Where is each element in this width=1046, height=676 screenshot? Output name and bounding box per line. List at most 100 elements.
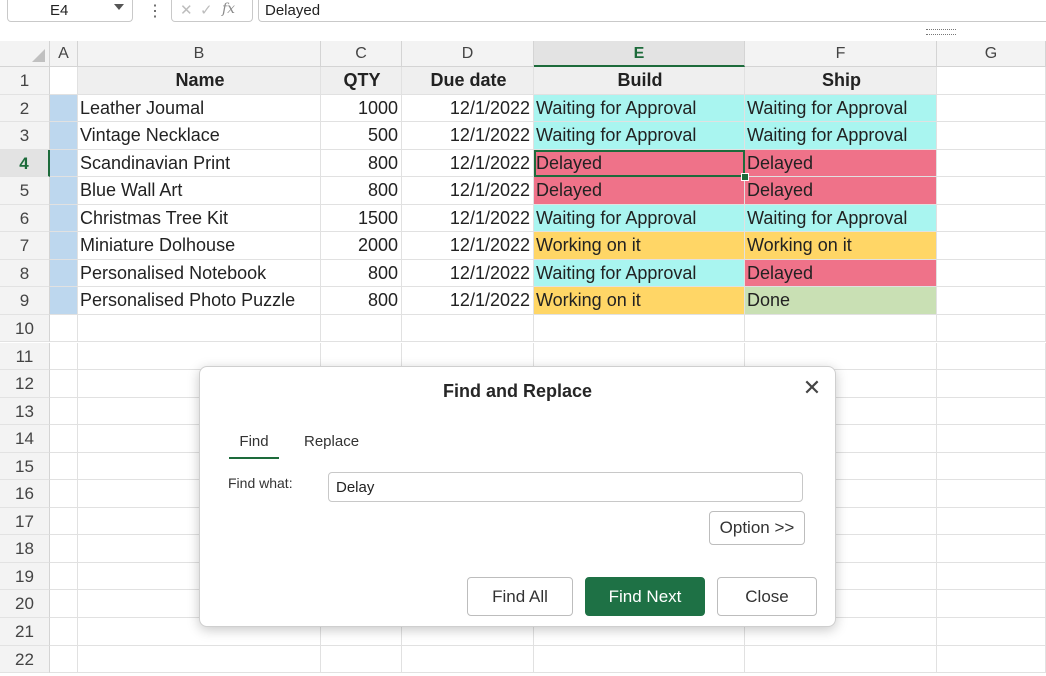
- cell-g2[interactable]: [937, 94, 1046, 123]
- cell-d2[interactable]: 12/1/2022: [402, 94, 534, 123]
- cell-c2[interactable]: 1000: [321, 94, 402, 123]
- cell-g5[interactable]: [937, 177, 1046, 205]
- cell-g9[interactable]: [937, 287, 1046, 315]
- cell-b3[interactable]: Vintage Necklace: [78, 122, 321, 150]
- column-header-c[interactable]: C: [321, 41, 402, 67]
- row-header-15[interactable]: 15: [0, 452, 50, 481]
- row-header-14[interactable]: 14: [0, 425, 50, 453]
- row-header-13[interactable]: 13: [0, 397, 50, 426]
- cell-g6[interactable]: [937, 204, 1046, 233]
- cell-g7[interactable]: [937, 232, 1046, 260]
- row-header-12[interactable]: 12: [0, 370, 50, 398]
- cell-b9[interactable]: Personalised Photo Puzzle: [78, 287, 321, 315]
- cell-c6[interactable]: 1500: [321, 204, 402, 233]
- cell-f22[interactable]: [745, 645, 937, 674]
- cell-c22[interactable]: [321, 645, 402, 674]
- cell-a14[interactable]: [50, 425, 78, 453]
- find-all-button[interactable]: Find All: [467, 577, 573, 616]
- column-header-a[interactable]: A: [50, 41, 78, 67]
- cell-b6[interactable]: Christmas Tree Kit: [78, 204, 321, 233]
- formula-input[interactable]: Delayed: [258, 0, 1046, 22]
- cell-c5[interactable]: 800: [321, 177, 402, 205]
- cell-e22[interactable]: [534, 645, 745, 674]
- column-header-e[interactable]: E: [534, 41, 745, 67]
- row-header-18[interactable]: 18: [0, 535, 50, 563]
- cell-d9[interactable]: 12/1/2022: [402, 287, 534, 315]
- insert-function-icon[interactable]: fx: [222, 1, 235, 17]
- cell-b22[interactable]: [78, 645, 321, 674]
- cell-f2[interactable]: Waiting for Approval: [745, 94, 937, 123]
- cell-a13[interactable]: [50, 397, 78, 426]
- cell-a1[interactable]: [50, 67, 78, 95]
- cancel-icon[interactable]: ✕: [180, 1, 193, 19]
- cell-g10[interactable]: [937, 314, 1046, 343]
- column-header-f[interactable]: F: [745, 41, 937, 67]
- cell-a17[interactable]: [50, 507, 78, 536]
- cell-c9[interactable]: 800: [321, 287, 402, 315]
- cell-a10[interactable]: [50, 314, 78, 343]
- cell-d22[interactable]: [402, 645, 534, 674]
- cell-f10[interactable]: [745, 314, 937, 343]
- cell-b2[interactable]: Leather Joumal: [78, 94, 321, 123]
- cell-g14[interactable]: [937, 425, 1046, 453]
- more-options-icon[interactable]: ⋮: [147, 2, 163, 22]
- cell-a4[interactable]: [50, 149, 78, 178]
- formula-bar-resize-grip[interactable]: [926, 29, 956, 35]
- cell-d8[interactable]: 12/1/2022: [402, 259, 534, 288]
- column-header-d[interactable]: D: [402, 41, 534, 67]
- cell-b10[interactable]: [78, 314, 321, 343]
- cell-f7[interactable]: Working on it: [745, 232, 937, 260]
- row-header-10[interactable]: 10: [0, 314, 50, 343]
- cell-d4[interactable]: 12/1/2022: [402, 149, 534, 178]
- enter-icon[interactable]: ✓: [200, 1, 213, 19]
- cell-f4[interactable]: Delayed: [745, 149, 937, 178]
- cell-e6[interactable]: Waiting for Approval: [534, 204, 745, 233]
- cell-g18[interactable]: [937, 535, 1046, 563]
- row-header-17[interactable]: 17: [0, 507, 50, 536]
- options-button[interactable]: Option >>: [709, 511, 805, 545]
- row-header-11[interactable]: 11: [0, 342, 50, 371]
- cell-f8[interactable]: Delayed: [745, 259, 937, 288]
- cell-g12[interactable]: [937, 370, 1046, 398]
- cell-g22[interactable]: [937, 645, 1046, 674]
- cell-g8[interactable]: [937, 259, 1046, 288]
- cell-d5[interactable]: 12/1/2022: [402, 177, 534, 205]
- row-header-9[interactable]: 9: [0, 287, 50, 315]
- close-button[interactable]: Close: [717, 577, 817, 616]
- cell-b7[interactable]: Miniature Dolhouse: [78, 232, 321, 260]
- cell-a20[interactable]: [50, 590, 78, 618]
- cell-d3[interactable]: 12/1/2022: [402, 122, 534, 150]
- cell-d10[interactable]: [402, 314, 534, 343]
- cell-c7[interactable]: 2000: [321, 232, 402, 260]
- cell-a21[interactable]: [50, 618, 78, 646]
- cell-g21[interactable]: [937, 618, 1046, 646]
- cell-e4[interactable]: Delayed: [534, 149, 745, 178]
- cell-f5[interactable]: Delayed: [745, 177, 937, 205]
- row-header-7[interactable]: 7: [0, 232, 50, 260]
- cell-c3[interactable]: 500: [321, 122, 402, 150]
- cell-f1[interactable]: Ship: [745, 67, 937, 95]
- row-header-20[interactable]: 20: [0, 590, 50, 618]
- cell-a6[interactable]: [50, 204, 78, 233]
- cell-c10[interactable]: [321, 314, 402, 343]
- cell-a12[interactable]: [50, 370, 78, 398]
- cell-f6[interactable]: Waiting for Approval: [745, 204, 937, 233]
- cell-e3[interactable]: Waiting for Approval: [534, 122, 745, 150]
- row-header-4[interactable]: 4: [0, 149, 50, 178]
- cell-a15[interactable]: [50, 452, 78, 481]
- row-header-2[interactable]: 2: [0, 94, 50, 123]
- cell-a2[interactable]: [50, 94, 78, 123]
- cell-g3[interactable]: [937, 122, 1046, 150]
- cell-e2[interactable]: Waiting for Approval: [534, 94, 745, 123]
- close-icon[interactable]: ✕: [801, 377, 823, 399]
- tab-replace[interactable]: Replace: [304, 433, 359, 450]
- cell-g15[interactable]: [937, 452, 1046, 481]
- column-header-g[interactable]: G: [937, 41, 1046, 67]
- cell-a5[interactable]: [50, 177, 78, 205]
- tab-find[interactable]: Find: [229, 433, 279, 459]
- column-header-b[interactable]: B: [78, 41, 321, 67]
- cell-e10[interactable]: [534, 314, 745, 343]
- select-all-corner[interactable]: [0, 41, 50, 67]
- row-header-19[interactable]: 19: [0, 562, 50, 591]
- cell-g20[interactable]: [937, 590, 1046, 618]
